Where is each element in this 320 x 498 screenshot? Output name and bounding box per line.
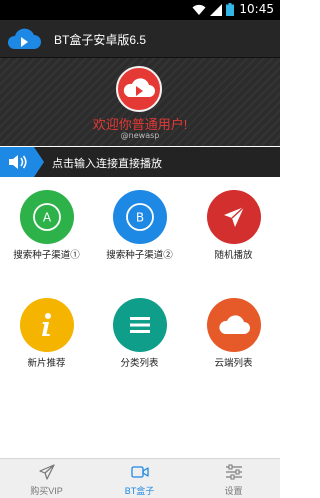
- tab-label: 设置: [224, 486, 243, 496]
- grid-item-label: 新片推荐: [27, 358, 66, 369]
- grid-item-label: 分类列表: [120, 358, 159, 369]
- grid-item-random-play[interactable]: 随机播放: [187, 178, 280, 298]
- tab-label: BT盒子: [124, 486, 155, 496]
- battery-icon: [226, 3, 234, 16]
- cloud-icon: [207, 298, 261, 352]
- a-letter-icon: A: [20, 190, 74, 244]
- cloud-play-icon: [123, 78, 155, 97]
- cloud-play-icon: [7, 28, 42, 49]
- grid-item-search-a[interactable]: A 搜索种子渠道①: [0, 178, 93, 298]
- grid-item-label: 搜索种子渠道①: [13, 250, 80, 261]
- grid-item-category-list[interactable]: 分类列表: [93, 286, 186, 406]
- signal-icon: [210, 3, 222, 16]
- play-link-bar[interactable]: 点击输入连接直接播放: [0, 147, 280, 177]
- info-icon: [20, 298, 74, 352]
- hero-logo: [116, 66, 162, 112]
- tab-settings[interactable]: 设置: [187, 459, 280, 498]
- status-bar: 10:45: [0, 0, 280, 20]
- grid-item-label: 搜索种子渠道②: [106, 250, 173, 261]
- tab-label: 购买VIP: [30, 486, 63, 496]
- app-header: BT盒子安卓版6.5: [0, 20, 280, 58]
- play-badge: [0, 147, 44, 177]
- paper-plane-icon: [207, 190, 261, 244]
- status-time: 10:45: [239, 2, 274, 16]
- hero-banner: 欢迎你普通用户! @newasp: [0, 58, 280, 146]
- svg-text:A: A: [43, 211, 52, 225]
- tab-bt-box[interactable]: BT盒子: [93, 459, 186, 498]
- wifi-icon: [192, 4, 206, 15]
- feature-grid: A 搜索种子渠道① B 搜索种子渠道② 随机播放 新片推荐 分类列表 云端列表: [0, 178, 280, 458]
- app-title: BT盒子安卓版6.5: [54, 33, 147, 47]
- tab-buy-vip[interactable]: 购买VIP: [0, 459, 93, 498]
- grid-item-search-b[interactable]: B 搜索种子渠道②: [93, 178, 186, 298]
- svg-text:B: B: [136, 211, 144, 225]
- grid-item-new-movies[interactable]: 新片推荐: [0, 286, 93, 406]
- list-icon: [113, 298, 167, 352]
- grid-item-label: 云端列表: [214, 358, 253, 369]
- hero-subtitle: @newasp: [120, 131, 160, 140]
- bottom-tab-bar: 购买VIP BT盒子 设置: [0, 458, 280, 498]
- b-letter-icon: B: [113, 190, 167, 244]
- status-icons: [192, 3, 234, 16]
- sliders-icon: [226, 464, 242, 480]
- grid-item-label: 随机播放: [214, 250, 253, 261]
- paper-plane-icon: [39, 464, 55, 480]
- grid-item-cloud-list[interactable]: 云端列表: [187, 286, 280, 406]
- play-bar-text: 点击输入连接直接播放: [52, 158, 162, 170]
- video-camera-icon: [131, 466, 149, 478]
